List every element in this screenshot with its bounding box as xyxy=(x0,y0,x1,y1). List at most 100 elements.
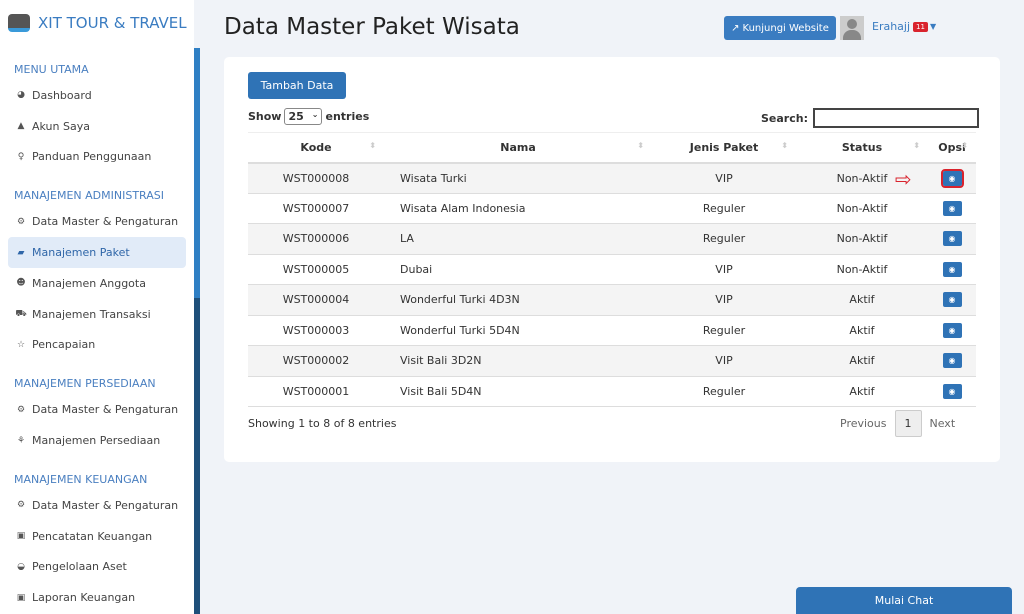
table-cell: VIP xyxy=(652,284,796,315)
table-cell: WST000003 xyxy=(248,314,384,346)
logo-icon xyxy=(8,14,30,32)
sidebar-section-heading: MANAJEMEN PERSEDIAAN xyxy=(14,377,156,391)
column-header[interactable]: Jenis Paket ⬍ xyxy=(652,132,796,164)
sidebar-item[interactable]: ♀ Panduan Penggunaan xyxy=(8,142,186,173)
sidebar-item[interactable]: ◒ Pengelolaan Aset xyxy=(8,552,186,583)
table-cell: Aktif xyxy=(796,375,928,407)
content-card: Tambah Data Show 25 ⌄ entries Search: Kode ⬍… xyxy=(224,57,1000,462)
entries-select[interactable]: 25 ⌄ xyxy=(284,108,323,125)
column-header[interactable]: Opsi ⬍ xyxy=(928,132,976,164)
pagination: Previous 1 Next xyxy=(832,410,963,437)
view-eye-icon[interactable]: ◉ xyxy=(942,200,962,216)
table-row: WST000003 Wonderful Turki 5D4N Reguler Akti… xyxy=(248,314,976,346)
column-header[interactable]: Nama ⬍ xyxy=(384,132,652,164)
table-cell: ◉ xyxy=(928,345,976,376)
book-icon: ▰ xyxy=(17,247,25,258)
table-cell: Aktif xyxy=(796,284,928,315)
previous-button[interactable]: Previous xyxy=(840,417,887,430)
table-cell: WST000008 xyxy=(248,162,384,193)
table-row: WST000004 Wonderful Turki 4D3N VIP Aktif ◉ xyxy=(248,284,976,315)
sidebar-item-label: Akun Saya xyxy=(32,119,90,133)
column-header[interactable]: Kode ⬍ xyxy=(248,132,384,164)
table-cell: ◉ xyxy=(928,162,976,193)
avatar[interactable] xyxy=(840,16,864,40)
entries-label: entries xyxy=(325,110,370,123)
caret-down-icon: ▼ xyxy=(929,22,937,31)
sidebar-item[interactable]: ▰ Manajemen Paket xyxy=(8,237,186,268)
sidebar-item-label: Data Master & Pengaturan xyxy=(32,498,179,512)
search-input[interactable] xyxy=(812,108,979,128)
table-cell: WST000001 xyxy=(248,375,384,407)
table-row: WST000002 Visit Bali 3D2N VIP Aktif ◉ xyxy=(248,345,976,376)
hdd-icon: ◒ xyxy=(17,561,25,572)
sidebar-item[interactable]: ☆ Pencapaian xyxy=(8,330,186,361)
sidebar-item-label: Laporan Keuangan xyxy=(32,591,136,605)
sidebar-item[interactable]: ⚘ Manajemen Persediaan xyxy=(8,425,186,456)
chevron-down-icon: ⌄ xyxy=(311,110,319,119)
view-eye-icon[interactable]: ◉ xyxy=(942,322,962,338)
view-eye-icon[interactable]: ◉ xyxy=(940,168,964,188)
next-button[interactable]: Next xyxy=(930,417,956,430)
column-label: Kode xyxy=(300,140,332,154)
column-label: Nama xyxy=(500,140,536,154)
table-cell: Reguler xyxy=(652,192,796,224)
cubes-icon: ⚘ xyxy=(16,435,26,446)
table-cell: Wisata Alam Indonesia xyxy=(384,192,652,224)
sidebar-item-label: Pencatatan Keuangan xyxy=(32,529,153,543)
view-eye-icon[interactable]: ◉ xyxy=(942,353,962,369)
search-box: Search: xyxy=(761,108,979,128)
user-menu[interactable]: Erahajj 11 ▼ xyxy=(872,20,936,33)
sidebar-item[interactable]: ▲ Akun Saya xyxy=(8,111,186,142)
scrollbar-thumb[interactable] xyxy=(194,48,200,298)
cogs-icon: ⚙ xyxy=(16,404,26,415)
sidebar-item[interactable]: ⚙ Data Master & Pengaturan xyxy=(8,394,186,425)
table-cell: Visit Bali 3D2N xyxy=(384,345,652,376)
sidebar-item-label: Data Master & Pengaturan xyxy=(32,215,179,229)
table-cell: VIP xyxy=(652,162,796,193)
sidebar-section-heading: MANAJEMEN KEUANGAN xyxy=(14,472,148,486)
sidebar-item[interactable]: ▣ Pencatatan Keuangan xyxy=(8,521,186,552)
cogs-icon: ⚙ xyxy=(16,216,26,227)
sidebar-item-label: Pengelolaan Aset xyxy=(32,560,127,574)
view-eye-icon[interactable]: ◉ xyxy=(942,292,962,308)
table-cell: LA xyxy=(384,223,652,254)
column-header[interactable]: Status ⬍ xyxy=(796,132,928,164)
view-eye-icon[interactable]: ◉ xyxy=(942,383,962,399)
sidebar-item-label: Manajemen Persediaan xyxy=(32,434,161,448)
view-eye-icon[interactable]: ◉ xyxy=(942,231,962,247)
packages-table: Kode ⬍ Nama ⬍ Jenis Paket ⬍ Status ⬍ Opsi ⬍ WST00… xyxy=(248,132,976,407)
table-info: Showing 1 to 8 of 8 entries xyxy=(248,417,397,430)
table-cell: Wonderful Turki 5D4N xyxy=(384,314,652,346)
page-1-button[interactable]: 1 xyxy=(894,410,922,437)
sort-icon: ⬍ xyxy=(637,140,644,150)
add-data-button[interactable]: Tambah Data xyxy=(248,72,346,99)
sidebar-item[interactable]: ⚙ Data Master & Pengaturan xyxy=(8,206,186,237)
sidebar-item-label: Dashboard xyxy=(32,88,92,102)
table-cell: Wonderful Turki 4D3N xyxy=(384,284,652,315)
table-cell: WST000007 xyxy=(248,192,384,224)
view-eye-icon[interactable]: ◉ xyxy=(942,261,962,277)
sidebar-item[interactable]: ⛟ Manajemen Transaksi xyxy=(8,299,186,330)
users-icon: ☻ xyxy=(16,278,26,289)
table-cell: Non-Aktif xyxy=(796,223,928,254)
table-cell: WST000004 xyxy=(248,284,384,315)
sidebar-item[interactable]: ⚙ Data Master & Pengaturan xyxy=(8,490,186,521)
brand[interactable]: XIT TOUR & TRAVEL xyxy=(0,0,194,46)
start-chat-button[interactable]: Mulai Chat xyxy=(796,587,1012,614)
sidebar-item-label: Manajemen Paket xyxy=(32,246,130,260)
cogs-icon: ⚙ xyxy=(16,500,26,511)
sidebar-item[interactable]: ▣ Laporan Keuangan xyxy=(8,582,186,613)
visit-website-button[interactable]: ↗ Kunjungi Website xyxy=(724,16,836,40)
sidebar-scrollbar[interactable] xyxy=(194,48,200,614)
sidebar-item-label: Pencapaian xyxy=(32,338,96,352)
user-name: Erahajj xyxy=(872,20,911,33)
sidebar-item[interactable]: ◕ Dashboard xyxy=(8,80,186,111)
user-icon: ▲ xyxy=(17,121,25,132)
visit-label: Kunjungi Website xyxy=(742,22,829,34)
report-icon: ▣ xyxy=(16,592,26,603)
table-cell: ◉ xyxy=(928,314,976,346)
table-cell: Dubai xyxy=(384,253,652,285)
table-cell: Reguler xyxy=(652,375,796,407)
sort-icon: ⬍ xyxy=(961,140,968,150)
sidebar-item[interactable]: ☻ Manajemen Anggota xyxy=(8,268,186,299)
